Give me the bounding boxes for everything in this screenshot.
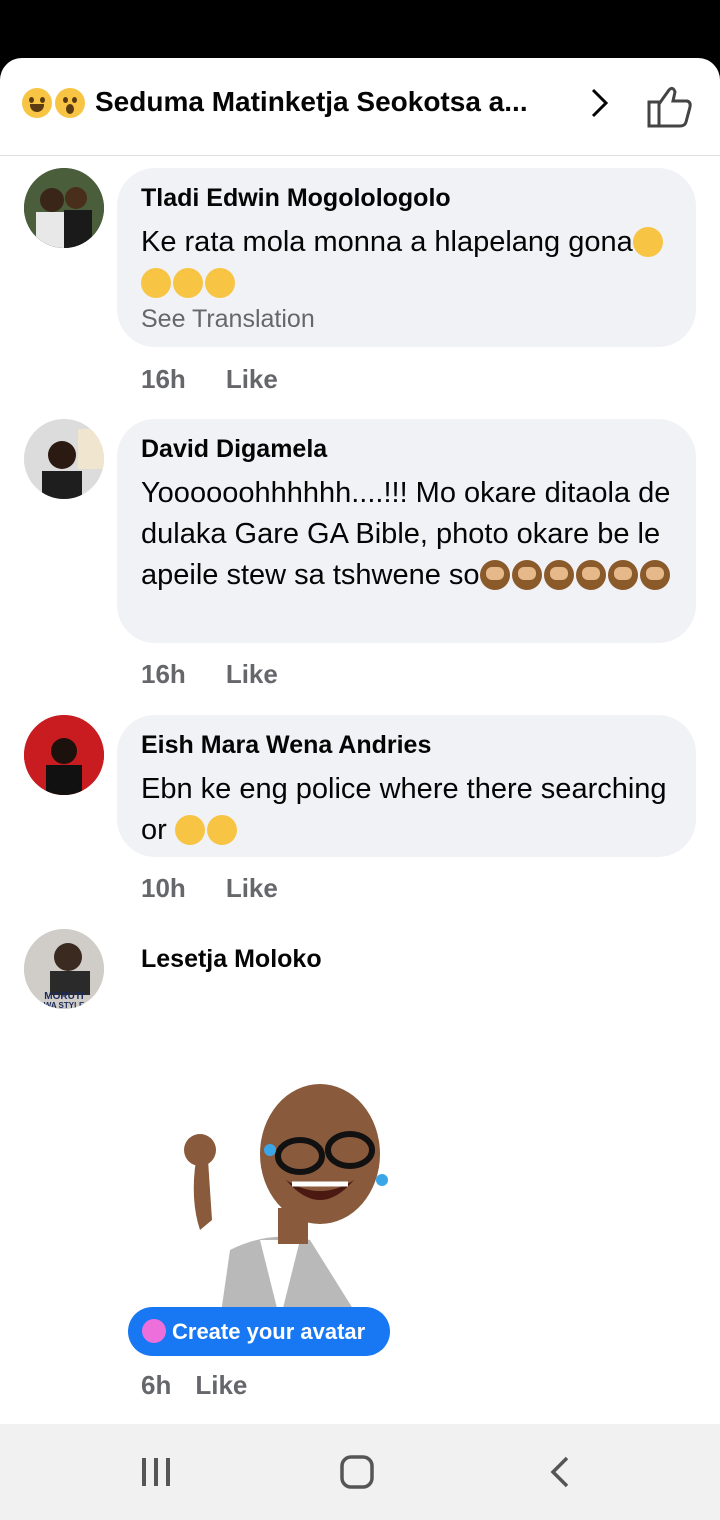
rolling-on-floor-laughing-icon	[205, 268, 235, 298]
create-avatar-label: Create your avatar	[172, 1319, 366, 1344]
avatar-face-icon	[142, 1319, 166, 1343]
thinking-face-icon	[206, 815, 237, 845]
comment-meta: 16h Like	[141, 364, 278, 395]
like-button[interactable]: Like	[226, 873, 278, 903]
see-no-evil-monkey-icon	[575, 560, 606, 590]
comment-bubble[interactable]: Eish Mara Wena Andries Ebn ke eng police…	[117, 715, 696, 857]
astonished-face-icon	[55, 88, 85, 118]
avatar-sticker-laughing-waving-icon[interactable]	[160, 1080, 400, 1320]
laughing-face-icon	[22, 88, 52, 118]
thumbs-up-icon[interactable]	[645, 86, 693, 128]
comment-meta: 6h Like	[141, 1370, 247, 1401]
comments-sheet: Seduma Matinketja Seokotsa a... Tladi Ed…	[0, 58, 720, 1424]
see-translation-link[interactable]: See Translation	[141, 305, 315, 334]
avatar[interactable]	[24, 715, 104, 795]
comment-author[interactable]: David Digamela	[141, 435, 327, 464]
see-no-evil-monkey-icon	[543, 560, 574, 590]
comment-text: Ebn ke eng police where there searching …	[141, 773, 667, 846]
comment-text: Yoooooohhhhhh....!!! Mo okare ditaola de…	[141, 477, 671, 591]
rolling-on-floor-laughing-icon	[632, 227, 663, 257]
see-no-evil-monkey-icon	[607, 560, 638, 590]
comment-time[interactable]: 6h	[141, 1370, 171, 1400]
create-avatar-button[interactable]: Create your avatar	[128, 1307, 390, 1356]
comment-time[interactable]: 16h	[141, 364, 186, 394]
post-title[interactable]: Seduma Matinketja Seokotsa a...	[95, 86, 528, 118]
rolling-on-floor-laughing-icon	[141, 268, 171, 298]
comment-author[interactable]: Lesetja Moloko	[141, 945, 322, 974]
avatar[interactable]	[24, 168, 104, 248]
see-no-evil-monkey-icon	[479, 560, 510, 590]
comment-author[interactable]: Tladi Edwin Mogolologolo	[141, 184, 451, 213]
comment-bubble[interactable]: David Digamela Yoooooohhhhhh....!!! Mo o…	[117, 419, 696, 643]
comment-meta: 16h Like	[141, 659, 278, 690]
comment-time[interactable]: 16h	[141, 659, 186, 689]
like-button[interactable]: Like	[226, 659, 278, 689]
comment-author[interactable]: Eish Mara Wena Andries	[141, 731, 431, 760]
avatar[interactable]: MORUTI WA STYLE	[24, 929, 104, 1009]
like-button[interactable]: Like	[195, 1370, 247, 1400]
home-icon[interactable]	[338, 1452, 376, 1495]
comment-meta: 10h Like	[141, 873, 278, 904]
comments-header: Seduma Matinketja Seokotsa a...	[0, 58, 720, 156]
comment-text: Ke rata mola monna a hlapelang gona	[141, 222, 681, 304]
avatar[interactable]	[24, 419, 104, 499]
comment-bubble[interactable]: Tladi Edwin Mogolologolo Ke rata mola mo…	[117, 168, 696, 347]
like-button[interactable]: Like	[226, 364, 278, 394]
back-icon[interactable]	[545, 1452, 575, 1495]
system-navigation-bar	[0, 1424, 720, 1520]
chevron-right-icon[interactable]	[582, 86, 616, 120]
see-no-evil-monkey-icon	[639, 560, 670, 590]
rolling-on-floor-laughing-icon	[173, 268, 203, 298]
recents-icon[interactable]	[138, 1452, 174, 1495]
see-no-evil-monkey-icon	[511, 560, 542, 590]
thinking-face-icon	[174, 815, 205, 845]
comment-time[interactable]: 10h	[141, 873, 186, 903]
svg-text:WA STYLE: WA STYLE	[44, 1001, 85, 1009]
